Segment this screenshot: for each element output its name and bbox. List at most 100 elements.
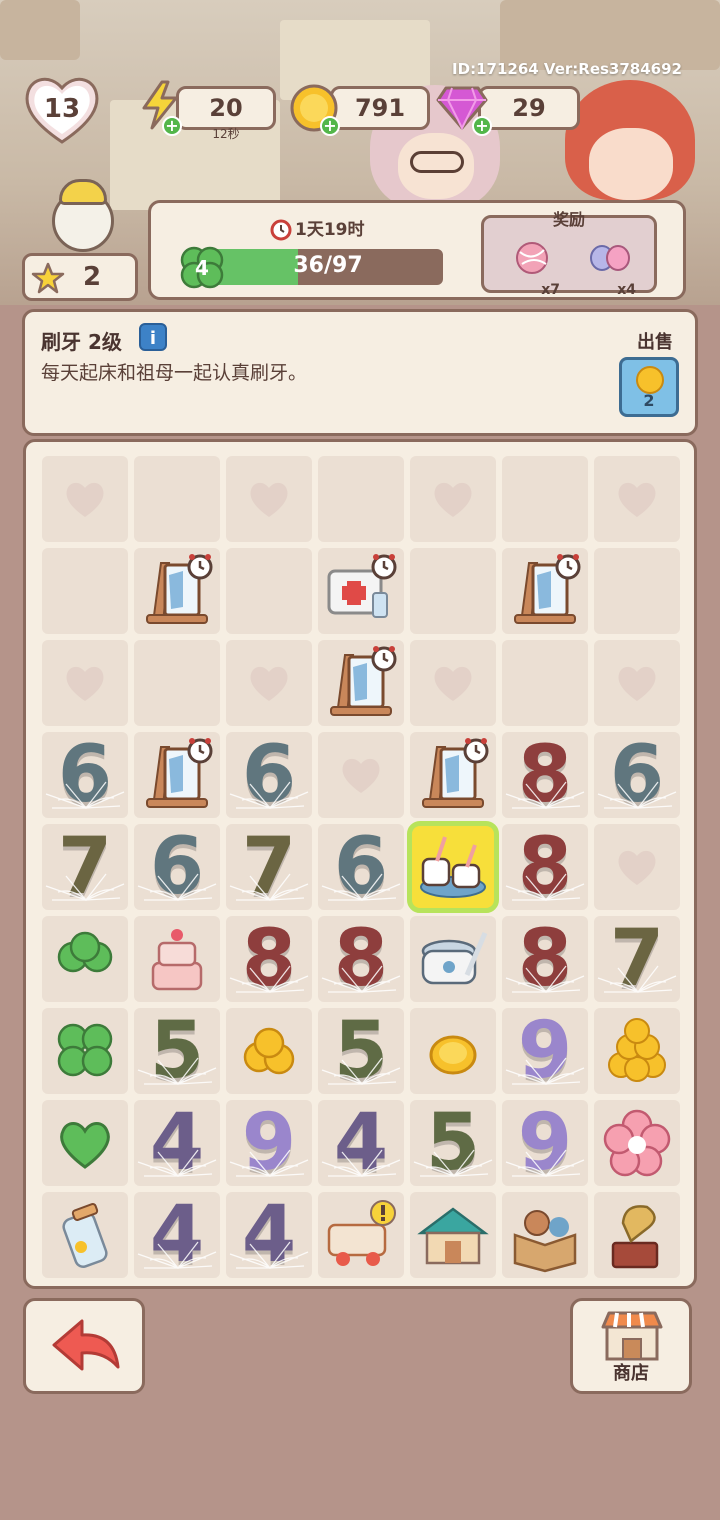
reward-count: x4	[617, 282, 636, 298]
board-cell-empty[interactable]	[226, 548, 312, 634]
board-cell-flower[interactable]	[594, 1100, 680, 1186]
locked-number-6: 6	[609, 730, 665, 820]
board-cell-box[interactable]	[502, 1192, 588, 1278]
board-cell-locked-number[interactable]: 4	[318, 1100, 404, 1186]
shop-button[interactable]: 商店	[570, 1298, 692, 1394]
board-cell-locked-number[interactable]: 5	[134, 1008, 220, 1094]
board-cell-locked-number[interactable]: 9	[502, 1008, 588, 1094]
board-cell-locked-number[interactable]: 8	[226, 916, 312, 1002]
board-cell-easel[interactable]	[502, 548, 588, 634]
board-cell-cups[interactable]	[407, 821, 499, 913]
quest-progress-bar: 36/97	[213, 249, 443, 285]
info-icon[interactable]: i	[139, 323, 167, 351]
board-cell-locked-number[interactable]: 7	[42, 824, 128, 910]
locked-number-5: 5	[149, 1006, 205, 1096]
board-cell-locked-number[interactable]: 4	[134, 1100, 220, 1186]
sell-price: 2	[643, 391, 655, 410]
energy-counter[interactable]: 20 12秒	[176, 86, 276, 141]
board-cell-locked-number[interactable]: 7	[226, 824, 312, 910]
board-cell-empty[interactable]	[318, 456, 404, 542]
add-energy-button[interactable]: +	[162, 116, 182, 136]
board-cell-heart[interactable]	[226, 456, 312, 542]
board-cell-locked-number[interactable]: 7	[594, 916, 680, 1002]
add-coins-button[interactable]: +	[320, 116, 340, 136]
locked-number-8: 8	[517, 914, 573, 1004]
board-cell-toycart[interactable]	[318, 1192, 404, 1278]
board-cell-heart[interactable]	[42, 640, 128, 726]
board-cell-empty[interactable]	[134, 456, 220, 542]
board-cell-locked-number[interactable]: 6	[134, 824, 220, 910]
board-cell-easel[interactable]	[410, 732, 496, 818]
board-cell-locked-number[interactable]: 8	[318, 916, 404, 1002]
board-cell-jar[interactable]	[42, 1192, 128, 1278]
shop-icon	[601, 1311, 663, 1361]
board-cell-locked-number[interactable]: 6	[594, 732, 680, 818]
board-cell-empty[interactable]	[134, 640, 220, 726]
coin-counter[interactable]: 791	[330, 86, 430, 130]
level-heart[interactable]: 13	[22, 74, 102, 146]
heart-icon	[618, 482, 656, 517]
board-grid: 66867676888875594945944	[42, 456, 680, 1278]
back-button[interactable]	[23, 1298, 145, 1394]
board-cell-gramophone[interactable]	[594, 1192, 680, 1278]
board-cell-clover[interactable]	[42, 1008, 128, 1094]
board-cell-heart[interactable]	[410, 456, 496, 542]
sell-button[interactable]: 2	[619, 357, 679, 417]
locked-number-8: 8	[241, 914, 297, 1004]
board-cell-ricecooker[interactable]	[410, 916, 496, 1002]
shop-label: 商店	[613, 1363, 649, 1384]
board-cell-locked-number[interactable]: 9	[226, 1100, 312, 1186]
board-cell-empty[interactable]	[502, 640, 588, 726]
board-cell-empty[interactable]	[42, 548, 128, 634]
board-cell-locked-number[interactable]: 6	[318, 824, 404, 910]
board-cell-locked-number[interactable]: 5	[318, 1008, 404, 1094]
reward-item: x4	[588, 238, 636, 298]
level-number: 13	[43, 94, 81, 124]
board-cell-heart[interactable]	[594, 824, 680, 910]
reward-box[interactable]: 奖励 x7 x4	[481, 210, 657, 298]
board-cell-clover-small[interactable]	[42, 916, 128, 1002]
board-cell-easel[interactable]	[318, 640, 404, 726]
board-cell-firstaid[interactable]	[318, 548, 404, 634]
board-cell-heart[interactable]	[594, 640, 680, 726]
board-cell-locked-number[interactable]: 5	[410, 1100, 496, 1186]
board-cell-coin-single[interactable]	[410, 1008, 496, 1094]
star-counter[interactable]: 2	[22, 253, 138, 301]
board-cell-locked-number[interactable]: 8	[502, 824, 588, 910]
board-cell-empty[interactable]	[410, 548, 496, 634]
board-cell-locked-number[interactable]: 8	[502, 916, 588, 1002]
board-cell-heart[interactable]	[42, 456, 128, 542]
board-cell-cake[interactable]	[134, 916, 220, 1002]
board-cell-locked-number[interactable]: 4	[226, 1192, 312, 1278]
locked-number-5: 5	[425, 1098, 481, 1188]
board-cell-coins-small[interactable]	[226, 1008, 312, 1094]
board-cell-empty[interactable]	[594, 548, 680, 634]
board-cell-locked-number[interactable]: 9	[502, 1100, 588, 1186]
board-cell-heart[interactable]	[410, 640, 496, 726]
board-cell-heart[interactable]	[226, 640, 312, 726]
cat-character[interactable]	[52, 179, 114, 252]
board-cell-locked-number[interactable]: 6	[42, 732, 128, 818]
board-cell-heart-green[interactable]	[42, 1100, 128, 1186]
board-cell-heart[interactable]	[318, 732, 404, 818]
locked-number-4: 4	[149, 1098, 205, 1188]
board-cell-locked-number[interactable]: 8	[502, 732, 588, 818]
board-cell-house[interactable]	[410, 1192, 496, 1278]
board-cell-easel[interactable]	[134, 548, 220, 634]
board-cell-empty[interactable]	[502, 456, 588, 542]
gem-counter[interactable]: 29	[478, 86, 580, 130]
board-cell-coins-big[interactable]	[594, 1008, 680, 1094]
locked-number-8: 8	[517, 822, 573, 912]
board-cell-locked-number[interactable]: 6	[226, 732, 312, 818]
reward-count: x7	[541, 282, 560, 298]
heart-icon	[250, 666, 288, 701]
board-cell-locked-number[interactable]: 4	[134, 1192, 220, 1278]
board-cell-heart[interactable]	[594, 456, 680, 542]
alarm-clock-icon	[371, 554, 397, 580]
board-cell-easel[interactable]	[134, 732, 220, 818]
locked-number-6: 6	[57, 730, 113, 820]
item-info-panel: 刷牙 2级 i 每天起床和祖母一起认真刷牙。 出售 2	[22, 309, 698, 436]
locked-number-6: 6	[333, 822, 389, 912]
yarn-ball-icon	[516, 242, 548, 274]
add-gems-button[interactable]: +	[472, 116, 492, 136]
